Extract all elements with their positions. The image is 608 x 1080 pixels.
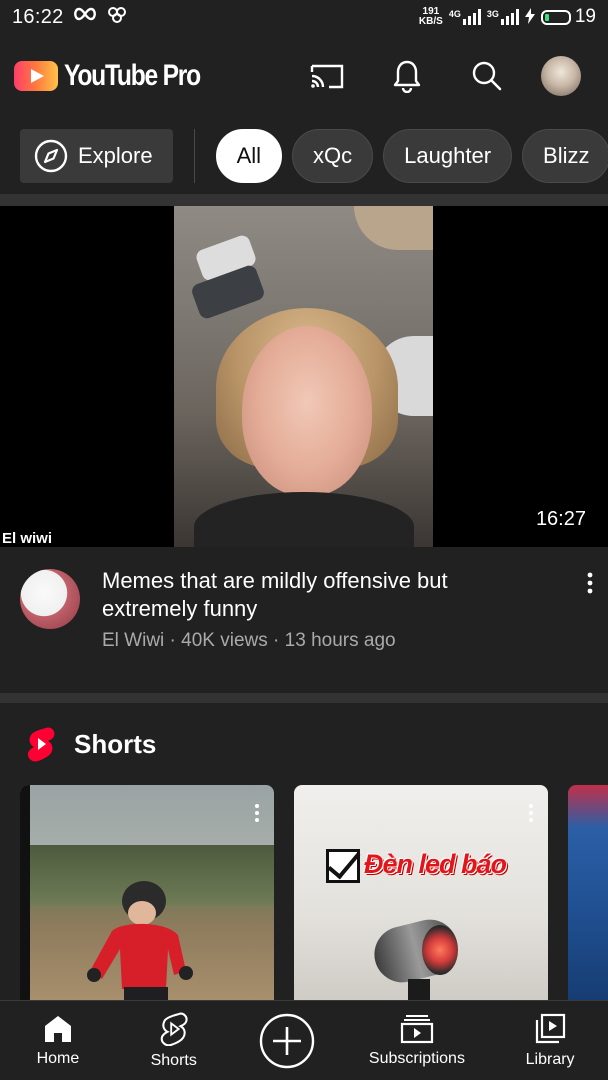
- bottom-navigation: Home Shorts Subscriptions Library: [0, 1000, 608, 1080]
- nav-shorts[interactable]: Shorts: [116, 1001, 232, 1080]
- chip-laughter[interactable]: Laughter: [383, 129, 513, 183]
- filter-chips: Explore All xQc Laughter Blizz: [0, 118, 608, 194]
- checkbox-icon: [326, 849, 360, 883]
- compass-icon: [34, 139, 68, 173]
- signal-3g-icon: 3G: [487, 9, 519, 25]
- section-divider: [0, 194, 608, 206]
- video-metadata: El Wiwi · 40K views · 13 hours ago: [102, 630, 396, 651]
- search-icon: [472, 61, 502, 91]
- shorts-logo-icon: [27, 727, 55, 762]
- video-info: Memes that are mildly offensive but extr…: [0, 547, 608, 693]
- cast-button[interactable]: [287, 46, 367, 106]
- infinity-icon: [72, 6, 98, 29]
- nav-home[interactable]: Home: [0, 1001, 116, 1080]
- subscriptions-icon: [400, 1014, 434, 1043]
- shorts-header: Shorts: [0, 703, 608, 785]
- view-count: 40K views: [181, 630, 268, 651]
- add-circle-icon: [259, 1013, 314, 1068]
- notifications-button[interactable]: [367, 46, 447, 106]
- thumbnail-channel-overlay: El wiwi: [2, 530, 53, 547]
- thumbnail-image: [174, 206, 433, 547]
- channel-name[interactable]: El Wiwi: [102, 630, 164, 651]
- nav-home-label: Home: [36, 1049, 80, 1067]
- account-avatar[interactable]: [541, 56, 581, 96]
- app-bar: YouTube Pro: [0, 34, 608, 118]
- nav-subscriptions[interactable]: Subscriptions: [342, 1001, 493, 1080]
- short-card[interactable]: Đèn led báo: [294, 785, 548, 1000]
- rider-figure: [87, 881, 193, 1000]
- app-title: YouTube Pro: [64, 59, 201, 92]
- more-vert-icon: [587, 572, 593, 594]
- shorts-icon: [160, 1012, 188, 1046]
- chip-xqc[interactable]: xQc: [292, 129, 374, 183]
- battery-icon: [540, 9, 571, 25]
- short-card[interactable]: [20, 785, 274, 1000]
- status-bar: 16:22 191 KB/S 4G 3G 19: [0, 0, 608, 34]
- network-speed: 191 KB/S: [418, 6, 443, 27]
- youtube-logo[interactable]: YouTube Pro: [14, 59, 230, 93]
- video-title[interactable]: Memes that are mildly offensive but extr…: [102, 567, 532, 623]
- explore-label: Explore: [78, 143, 153, 168]
- explore-button[interactable]: Explore: [20, 129, 173, 183]
- search-button[interactable]: [447, 46, 527, 106]
- video-thumbnail[interactable]: El wiwi 16:27: [0, 206, 608, 547]
- signal-4g-icon: 4G: [449, 9, 481, 25]
- cast-icon: [310, 64, 344, 89]
- more-vert-icon: [255, 804, 259, 822]
- short-caption: Đèn led báo: [364, 849, 507, 879]
- create-button[interactable]: [232, 1001, 342, 1080]
- chip-divider: [193, 129, 195, 183]
- shorts-shelf: Đèn led báo: [20, 785, 608, 1000]
- charging-icon: [524, 7, 535, 27]
- short-menu-button[interactable]: [528, 803, 534, 828]
- library-icon: [535, 1013, 566, 1043]
- upload-age: 13 hours ago: [284, 630, 396, 651]
- video-duration: 16:27: [533, 506, 588, 533]
- youtube-play-icon: [14, 61, 58, 91]
- short-menu-button[interactable]: [254, 803, 260, 828]
- bell-icon: [393, 60, 421, 93]
- nav-library-label: Library: [525, 1050, 575, 1068]
- chip-all[interactable]: All: [215, 129, 283, 183]
- chip-blizz[interactable]: Blizz: [522, 129, 608, 183]
- person-face: [242, 326, 372, 496]
- nav-subscriptions-label: Subscriptions: [368, 1049, 465, 1067]
- channel-avatar[interactable]: [20, 569, 80, 629]
- short-card[interactable]: [568, 785, 608, 1000]
- more-vert-icon: [529, 804, 533, 822]
- video-menu-button[interactable]: [586, 571, 594, 600]
- shorts-heading: Shorts: [74, 728, 157, 759]
- nav-shorts-label: Shorts: [150, 1051, 197, 1069]
- nav-library[interactable]: Library: [492, 1001, 608, 1080]
- status-time: 16:22: [12, 5, 64, 28]
- home-icon: [44, 1015, 71, 1042]
- section-divider: [0, 693, 608, 703]
- cloverleaf-icon: [106, 6, 128, 29]
- battery-percent: 19: [574, 6, 596, 27]
